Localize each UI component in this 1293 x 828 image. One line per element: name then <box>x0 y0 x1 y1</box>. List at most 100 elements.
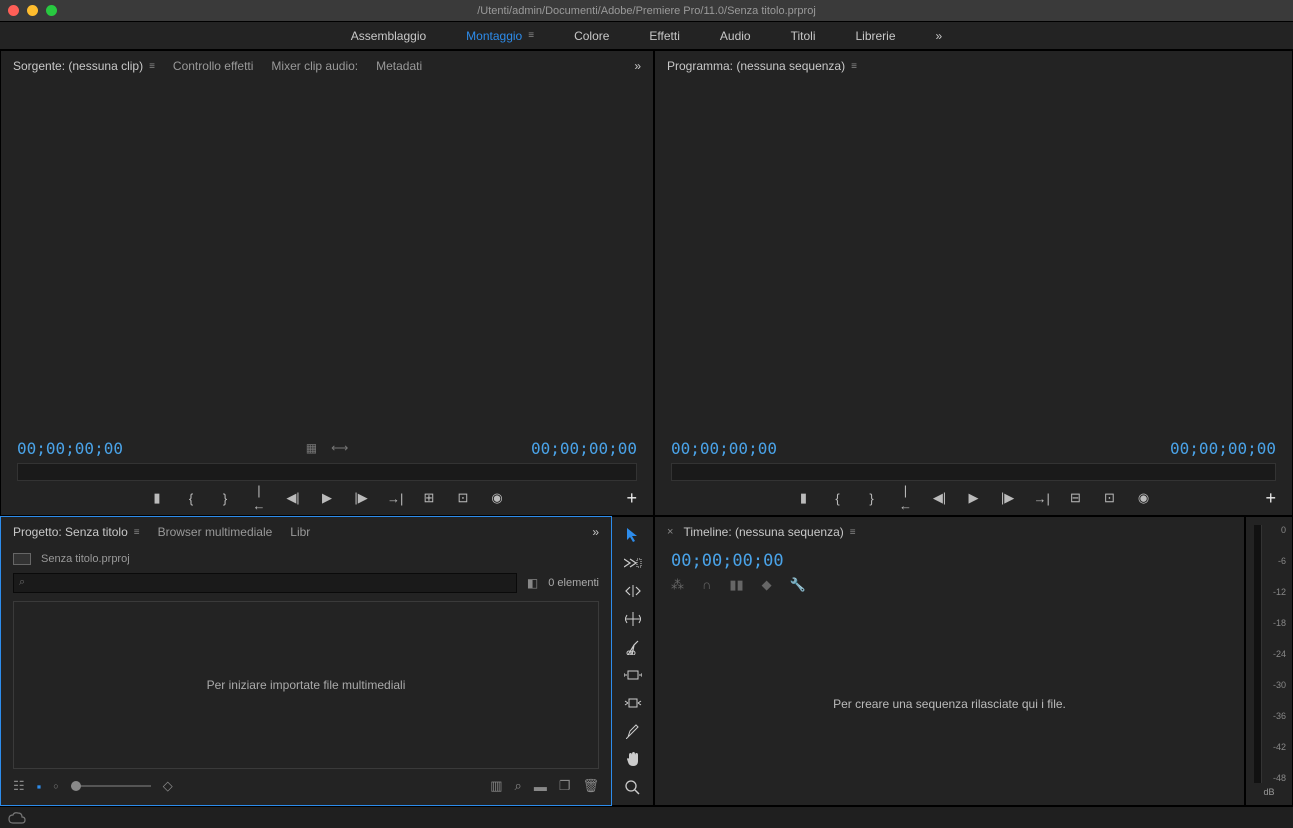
go-to-in-button[interactable]: |← <box>898 483 914 513</box>
new-bin-icon[interactable]: ▬ <box>534 779 547 794</box>
hand-tool[interactable] <box>620 749 646 769</box>
meter-tick: -24 <box>1273 649 1286 659</box>
marker-icon[interactable]: ◆ <box>762 577 772 593</box>
find-icon[interactable]: ⌕ <box>515 778 522 794</box>
panel-tabs-overflow[interactable]: » <box>592 525 599 539</box>
project-bin-dropzone[interactable]: Per iniziare importate file multimediali <box>13 601 599 769</box>
slip-tool[interactable] <box>620 665 646 685</box>
panel-menu-icon[interactable]: ≡ <box>850 527 856 538</box>
sort-icon[interactable]: ◇ <box>163 778 173 794</box>
add-marker-icon[interactable]: ▮▮ <box>729 577 743 593</box>
button-editor-icon[interactable]: + <box>1265 488 1276 509</box>
go-to-out-button[interactable]: →| <box>387 491 403 506</box>
workspace-tab-librerie[interactable]: Librerie <box>855 29 895 43</box>
tab-sorgente[interactable]: Sorgente: (nessuna clip) ≡ <box>13 59 155 73</box>
fit-icon[interactable]: ▦ <box>306 441 317 455</box>
list-view-icon[interactable]: ☷ <box>13 778 25 794</box>
export-frame-button[interactable]: ◉ <box>489 490 505 506</box>
step-forward-button[interactable]: |▶ <box>353 490 369 506</box>
program-monitor-viewer[interactable] <box>655 81 1292 433</box>
panel-tabs-overflow[interactable]: » <box>634 59 641 73</box>
razor-tool[interactable] <box>620 637 646 657</box>
tab-librerie-truncated[interactable]: Libr <box>290 525 310 539</box>
slide-tool[interactable] <box>620 693 646 713</box>
program-scrub-bar[interactable] <box>671 463 1276 481</box>
zoom-tool[interactable] <box>620 777 646 797</box>
overwrite-button[interactable]: ⊡ <box>455 490 471 506</box>
add-marker-button[interactable]: ▮ <box>796 490 812 506</box>
mark-out-button[interactable]: } <box>217 491 233 506</box>
panel-menu-icon[interactable]: ≡ <box>134 527 140 538</box>
pen-tool[interactable] <box>620 721 646 741</box>
panel-menu-icon[interactable]: ≡ <box>851 61 857 72</box>
program-tc-out[interactable]: 00;00;00;00 <box>1170 439 1276 458</box>
go-to-in-button[interactable]: |← <box>251 483 267 513</box>
timeline-panel: × Timeline: (nessuna sequenza) ≡ 00;00;0… <box>654 516 1245 806</box>
ripple-edit-tool[interactable] <box>620 581 646 601</box>
button-editor-icon[interactable]: + <box>626 488 637 509</box>
step-back-button[interactable]: ◀| <box>932 490 948 506</box>
workspace-nav: Assemblaggio Montaggio ≡ Colore Effetti … <box>0 22 1293 50</box>
panel-menu-icon[interactable]: ≡ <box>149 61 155 72</box>
snap-icon[interactable]: ⁂ <box>671 577 684 593</box>
tab-controllo-effetti[interactable]: Controllo effetti <box>173 59 254 73</box>
status-bar <box>0 806 1293 828</box>
play-button[interactable]: ▶ <box>319 490 335 506</box>
tab-browser-multimediale[interactable]: Browser multimediale <box>158 525 273 539</box>
tools-panel <box>612 516 654 806</box>
lift-button[interactable]: ⊟ <box>1068 490 1084 506</box>
step-forward-button[interactable]: |▶ <box>1000 490 1016 506</box>
linked-selection-icon[interactable]: ∩ <box>702 577 711 593</box>
new-item-icon[interactable]: ❐ <box>559 778 571 794</box>
tab-mixer-clip-audio[interactable]: Mixer clip audio: <box>271 59 358 73</box>
creative-cloud-icon[interactable] <box>8 812 26 824</box>
tab-metadati[interactable]: Metadati <box>376 59 422 73</box>
icon-view-icon[interactable]: ▪ <box>37 779 42 794</box>
rate-stretch-tool[interactable] <box>620 609 646 629</box>
add-marker-button[interactable]: ▮ <box>149 490 165 506</box>
timeline-timecode[interactable]: 00;00;00;00 <box>671 547 1228 577</box>
tab-programma[interactable]: Programma: (nessuna sequenza) ≡ <box>667 59 857 73</box>
timeline-settings-icon[interactable]: 🔧 <box>790 577 806 593</box>
step-back-button[interactable]: ◀| <box>285 490 301 506</box>
workspace-overflow-button[interactable]: » <box>936 29 943 43</box>
tab-timeline[interactable]: × Timeline: (nessuna sequenza) ≡ <box>667 525 856 539</box>
extract-button[interactable]: ⊡ <box>1102 490 1118 506</box>
automate-to-sequence-icon[interactable]: ▥ <box>490 778 502 794</box>
project-item-count: 0 elementi <box>548 577 599 589</box>
minimize-window-button[interactable] <box>27 5 38 16</box>
play-button[interactable]: ▶ <box>966 490 982 506</box>
close-tab-icon[interactable]: × <box>667 526 673 538</box>
workspace-tab-colore[interactable]: Colore <box>574 29 609 43</box>
go-to-out-button[interactable]: →| <box>1034 491 1050 506</box>
source-tc-out[interactable]: 00;00;00;00 <box>531 439 637 458</box>
resolution-icon[interactable]: ⟷ <box>331 441 348 455</box>
mark-out-button[interactable]: } <box>864 491 880 506</box>
workspace-tab-audio[interactable]: Audio <box>720 29 751 43</box>
source-tc-in[interactable]: 00;00;00;00 <box>17 439 123 458</box>
close-window-button[interactable] <box>8 5 19 16</box>
export-frame-button[interactable]: ◉ <box>1136 490 1152 506</box>
project-search-input[interactable] <box>13 573 517 593</box>
workspace-tab-titoli[interactable]: Titoli <box>791 29 816 43</box>
thumbnail-size-slider[interactable] <box>71 785 151 787</box>
workspace-tab-montaggio[interactable]: Montaggio ≡ <box>466 29 534 43</box>
audio-meter-track <box>1254 525 1262 783</box>
mark-in-button[interactable]: { <box>183 491 199 506</box>
mark-in-button[interactable]: { <box>830 491 846 506</box>
insert-button[interactable]: ⊞ <box>421 490 437 506</box>
track-select-forward-tool[interactable] <box>620 553 646 573</box>
selection-tool[interactable] <box>620 525 646 545</box>
workspace-tab-effetti[interactable]: Effetti <box>649 29 679 43</box>
source-monitor-viewer[interactable] <box>1 81 653 433</box>
filter-bin-icon[interactable]: ◧ <box>527 576 538 590</box>
maximize-window-button[interactable] <box>46 5 57 16</box>
workspace-menu-icon[interactable]: ≡ <box>528 30 534 41</box>
timeline-dropzone[interactable]: Per creare una sequenza rilasciate qui i… <box>671 603 1228 805</box>
workspace-tab-assemblaggio[interactable]: Assemblaggio <box>351 29 426 43</box>
clear-icon[interactable]: 🗑 <box>582 778 599 794</box>
tab-progetto[interactable]: Progetto: Senza titolo ≡ <box>13 525 140 539</box>
source-scrub-bar[interactable] <box>17 463 637 481</box>
zoom-out-icon[interactable]: ○ <box>53 781 58 791</box>
program-tc-in[interactable]: 00;00;00;00 <box>671 439 777 458</box>
